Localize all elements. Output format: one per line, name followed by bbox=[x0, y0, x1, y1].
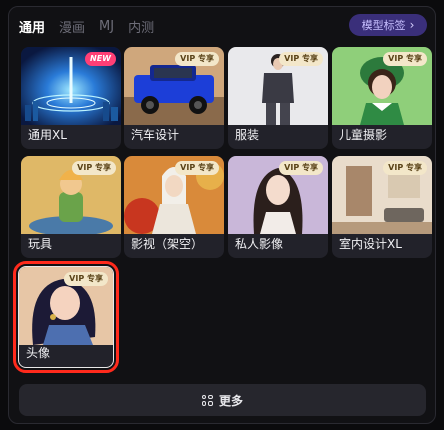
tab-comic[interactable]: 漫画 bbox=[59, 17, 85, 36]
more-button-label: 更多 bbox=[218, 393, 243, 408]
category-tabs: 通用 漫画 MJ 内测 bbox=[19, 17, 154, 36]
new-badge: NEW bbox=[85, 52, 116, 66]
model-tag-label: 模型标签 bbox=[361, 19, 406, 32]
more-button[interactable]: 更多 bbox=[19, 384, 426, 416]
card-label: 室内设计XL bbox=[339, 237, 402, 251]
grid-icon bbox=[201, 394, 213, 406]
tab-beta[interactable]: 内测 bbox=[128, 17, 154, 36]
vip-badge: VIP 专享 bbox=[64, 272, 108, 286]
card-label: 影视（架空） bbox=[131, 237, 204, 251]
model-card-film-fantasy[interactable]: VIP 专享 影视（架空） bbox=[124, 156, 224, 258]
vip-badge: VIP 专享 bbox=[175, 52, 219, 66]
vip-badge: VIP 专享 bbox=[279, 161, 323, 175]
tab-mj[interactable]: MJ bbox=[99, 19, 114, 34]
vip-badge: VIP 专享 bbox=[279, 52, 323, 66]
card-label: 服装 bbox=[235, 128, 260, 142]
model-card-kids-photo[interactable]: VIP 专享 儿童摄影 bbox=[332, 47, 432, 149]
model-card-interior-design-xl[interactable]: VIP 专享 室内设计XL bbox=[332, 156, 432, 258]
model-card-avatar[interactable]: VIP 专享 头像 bbox=[13, 261, 119, 373]
card-label: 玩具 bbox=[28, 237, 53, 251]
vip-badge: VIP 专享 bbox=[383, 161, 427, 175]
model-card-private-portrait[interactable]: VIP 专享 私人影像 bbox=[228, 156, 328, 258]
vip-badge: VIP 专享 bbox=[72, 161, 116, 175]
model-card-clothing[interactable]: VIP 专享 服装 bbox=[228, 47, 328, 149]
vip-badge: VIP 专享 bbox=[383, 52, 427, 66]
model-card-general-xl[interactable]: NEW 通用XL bbox=[21, 47, 121, 149]
tab-general[interactable]: 通用 bbox=[19, 17, 45, 36]
card-label: 头像 bbox=[26, 346, 51, 360]
vip-badge: VIP 专享 bbox=[175, 161, 219, 175]
model-card-toys[interactable]: VIP 专享 玩具 bbox=[21, 156, 121, 258]
card-label: 私人影像 bbox=[235, 237, 284, 251]
model-card-car-design[interactable]: VIP 专享 汽车设计 bbox=[124, 47, 224, 149]
card-label: 儿童摄影 bbox=[339, 128, 388, 142]
model-tag-button[interactable]: 模型标签 › bbox=[349, 14, 427, 36]
chevron-right-icon: › bbox=[409, 18, 415, 32]
card-label: 通用XL bbox=[28, 128, 67, 142]
card-label: 汽车设计 bbox=[131, 128, 180, 142]
